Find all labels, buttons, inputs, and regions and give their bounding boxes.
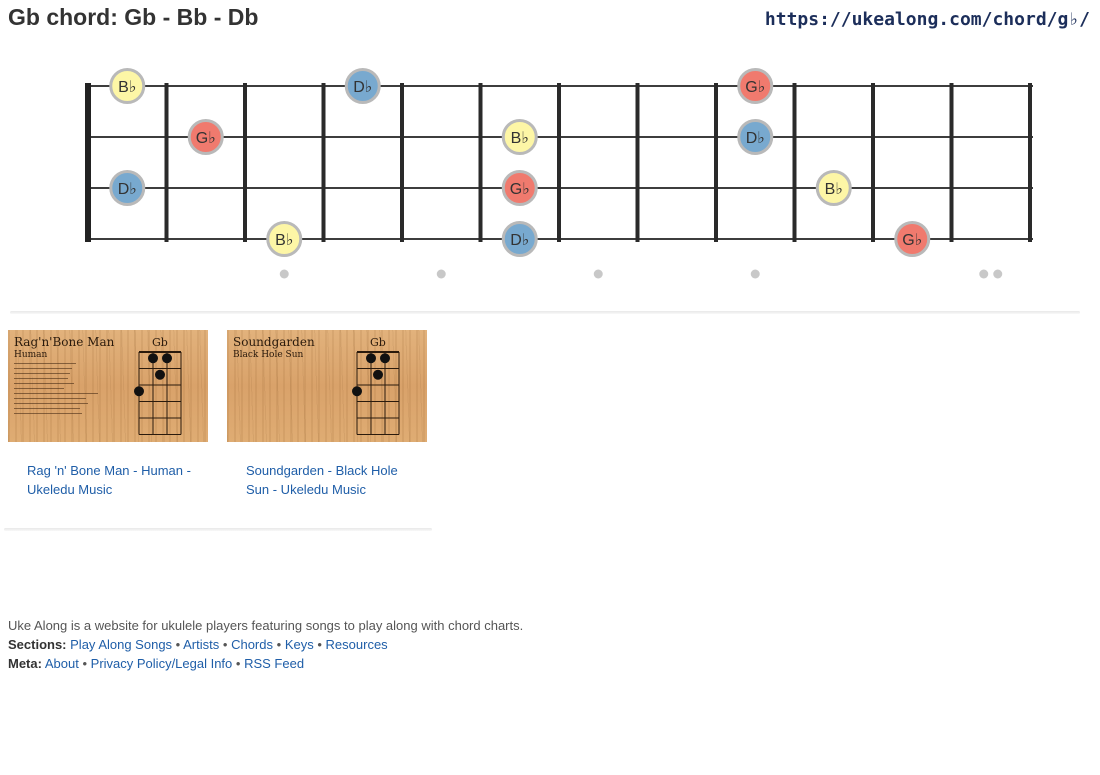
chord-box-finger-dot	[134, 386, 144, 397]
separator: •	[317, 637, 322, 652]
footer-link-play-along-songs[interactable]: Play Along Songs	[70, 637, 172, 652]
song-thumbnail[interactable]: Rag'n'Bone Man Human Gb	[8, 330, 208, 442]
footer-link-chords[interactable]: Chords	[231, 637, 273, 652]
note-label: G♭	[196, 130, 216, 147]
note-label: G♭	[510, 181, 530, 198]
cards-divider	[4, 528, 432, 531]
section-divider	[10, 311, 1080, 314]
footer-link-keys[interactable]: Keys	[285, 637, 314, 652]
chord-box-finger-dot	[366, 353, 376, 364]
footer-meta: Meta: About • Privacy Policy/Legal Info …	[8, 654, 523, 673]
note-label: D♭	[118, 181, 137, 198]
thumbnail-chord-box	[352, 351, 400, 435]
footer-sections: Sections: Play Along Songs • Artists • C…	[8, 635, 523, 654]
note-label: D♭	[353, 79, 372, 96]
note-label: D♭	[746, 130, 765, 147]
chord-box-finger-dot	[155, 369, 165, 380]
chord-box-finger-dot	[352, 386, 362, 397]
note-label: B♭	[825, 181, 843, 198]
note-label: B♭	[511, 130, 529, 147]
separator: •	[82, 656, 88, 671]
footer-about: Uke Along is a website for ukulele playe…	[8, 618, 524, 633]
fret-marker-dot	[993, 269, 1003, 279]
fretboard-diagram: B♭ D♭ G♭ G♭ B♭ D♭ D♭ G♭ B♭ B♭ D♭ G♭	[85, 68, 1033, 279]
footer-link-privacy[interactable]: Privacy Policy/Legal Info	[91, 656, 233, 671]
chord-box-finger-dot	[373, 369, 383, 380]
fret-marker-dot	[436, 269, 446, 279]
footer-link-artists[interactable]: Artists	[183, 637, 219, 652]
fret-marker-dot	[979, 269, 989, 279]
chord-box-finger-dot	[162, 353, 172, 364]
chord-box-finger-dot	[380, 353, 390, 364]
thumbnail-chord-box	[134, 351, 182, 435]
separator: •	[235, 656, 241, 671]
page-header: Gb chord: Gb - Bb - Db https://ukealong.…	[0, 0, 1100, 40]
separator: •	[175, 637, 181, 652]
note-label: G♭	[745, 79, 765, 96]
note-label: G♭	[902, 232, 922, 249]
song-link[interactable]: Rag 'n' Bone Man - Human - Ukeledu Music	[27, 461, 197, 499]
chord-box-finger-dot	[148, 353, 158, 364]
note-label: B♭	[275, 232, 293, 249]
fret-marker-dot	[593, 269, 603, 279]
song-link[interactable]: Soundgarden - Black Hole Sun - Ukeledu M…	[246, 461, 416, 499]
song-thumbnail[interactable]: Soundgarden Black Hole Sun Gb	[227, 330, 427, 442]
footer-link-resources[interactable]: Resources	[326, 637, 388, 652]
note-label: B♭	[118, 79, 136, 96]
footer: Uke Along is a website for ukulele playe…	[8, 616, 523, 673]
separator: •	[276, 637, 282, 652]
separator: •	[222, 637, 228, 652]
page-title: Gb chord: Gb - Bb - Db	[8, 4, 259, 30]
meta-label: Meta:	[8, 656, 42, 671]
fret-marker-dot	[750, 269, 760, 279]
note-label: D♭	[510, 232, 529, 249]
footer-link-about[interactable]: About	[45, 656, 79, 671]
sections-label: Sections:	[8, 637, 67, 652]
fret-marker-dot	[279, 269, 289, 279]
page-url[interactable]: https://ukealong.com/chord/g♭/	[765, 9, 1090, 30]
footer-link-rss[interactable]: RSS Feed	[244, 656, 304, 671]
